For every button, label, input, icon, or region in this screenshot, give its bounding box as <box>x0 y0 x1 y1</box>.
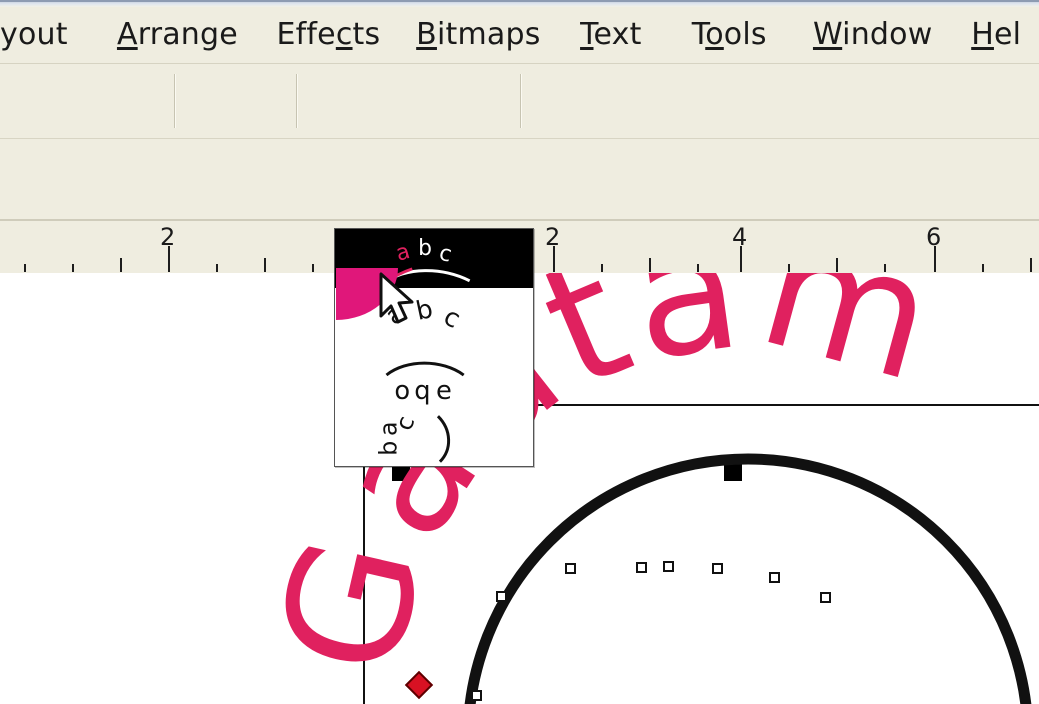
ruler-label: 6 <box>926 223 942 251</box>
menu-item-window[interactable]: Window <box>794 7 952 63</box>
menu-item-text-mnemonic: T <box>580 17 594 52</box>
orientation-option-upright[interactable]: a b c <box>335 406 533 465</box>
ruler-minor-tick <box>312 264 314 272</box>
menu-bar-items: yout Arrange Effects Bitmaps Text Tools … <box>0 7 1036 63</box>
toolbar-separator-1 <box>174 74 176 128</box>
ruler-mid-tick <box>264 258 266 272</box>
menu-item-effects-label-2: ts <box>352 17 381 52</box>
menu-item-arrange[interactable]: Arrange <box>102 7 252 63</box>
menu-item-layout-label: yout <box>0 17 68 52</box>
path-node[interactable] <box>663 561 674 572</box>
skew-horizontal-icon: o q e <box>385 361 465 406</box>
menu-item-layout[interactable]: yout <box>0 7 98 63</box>
path-node[interactable] <box>820 592 831 603</box>
menu-item-tools-mnemonic: o <box>705 17 724 52</box>
ruler-minor-tick <box>884 264 886 272</box>
svg-text:c: c <box>439 302 466 335</box>
ruler-mid-tick <box>836 258 838 272</box>
ruler-label: 2 <box>545 223 561 251</box>
menu-item-help-label: el <box>993 17 1022 52</box>
svg-text:e: e <box>436 376 452 406</box>
path-node[interactable] <box>769 572 780 583</box>
path-node[interactable] <box>636 562 647 573</box>
svg-text:a: a <box>393 239 413 267</box>
menu-item-arrange-mnemonic: A <box>116 17 138 52</box>
ruler-mid-tick <box>649 258 651 272</box>
ruler-minor-tick <box>216 264 218 272</box>
orientation-option-skew-horizontal[interactable]: o q e <box>335 347 533 406</box>
toolbar-separator-2 <box>296 74 298 128</box>
menu-item-arrange-label: rrange <box>137 17 238 52</box>
window-edge-ridge <box>0 0 1039 2</box>
ruler-label: 4 <box>732 223 748 251</box>
menu-item-tools-label: T <box>691 17 706 52</box>
menu-item-text[interactable]: Text <box>557 7 665 63</box>
toolbar-separator-3 <box>520 74 522 128</box>
menu-item-bitmaps-mnemonic: B <box>416 17 437 52</box>
ruler-minor-tick <box>982 264 984 272</box>
menu-item-bitmaps[interactable]: Bitmaps <box>404 7 552 63</box>
text-property-bar: qrst ↓ a b c <box>0 139 1039 349</box>
coreldraw-window: yout Arrange Effects Bitmaps Text Tools … <box>0 0 1039 704</box>
standard-toolbar: 100% <box>0 64 1039 188</box>
ruler-mid-tick <box>120 258 122 272</box>
ruler-minor-tick <box>788 264 790 272</box>
menu-item-effects-mnemonic: c <box>335 17 353 52</box>
svg-text:b: b <box>418 236 432 261</box>
svg-text:q: q <box>414 376 430 406</box>
menu-item-window-mnemonic: W <box>812 17 843 52</box>
menu-item-effects-label: Effe <box>276 17 336 52</box>
ruler-minor-tick <box>601 264 603 272</box>
mouse-cursor <box>378 272 422 339</box>
path-node[interactable] <box>496 591 507 602</box>
ruler-minor-tick <box>72 264 74 272</box>
svg-text:o: o <box>394 376 410 406</box>
menu-item-text-label: ext <box>593 17 642 52</box>
path-node[interactable] <box>565 563 576 574</box>
menu-item-window-label: indow <box>842 17 933 52</box>
menu-item-help-mnemonic: H <box>971 17 994 52</box>
menu-item-tools[interactable]: Tools <box>669 7 789 63</box>
menu-bar: yout Arrange Effects Bitmaps Text Tools … <box>0 7 1039 64</box>
ruler-label: 2 <box>160 223 176 251</box>
ruler-mid-tick <box>1030 258 1032 272</box>
menu-item-effects[interactable]: Effects <box>257 7 400 63</box>
text-orientation-dropdown-panel[interactable]: a b c a b c <box>334 228 534 467</box>
ellipse-path <box>464 453 1032 704</box>
menu-item-help[interactable]: Hel <box>956 7 1036 63</box>
svg-text:c: c <box>437 241 455 268</box>
window-title-edge <box>0 0 1039 7</box>
ruler-minor-tick <box>24 264 26 272</box>
path-node[interactable] <box>471 690 482 701</box>
path-node[interactable] <box>712 563 723 574</box>
menu-item-bitmaps-label: itmaps <box>436 17 541 52</box>
upright-letters-icon: a b c <box>374 412 451 463</box>
menu-item-tools-label-2: ols <box>723 17 767 52</box>
ruler-minor-tick <box>697 264 699 272</box>
svg-text:b: b <box>374 441 402 456</box>
